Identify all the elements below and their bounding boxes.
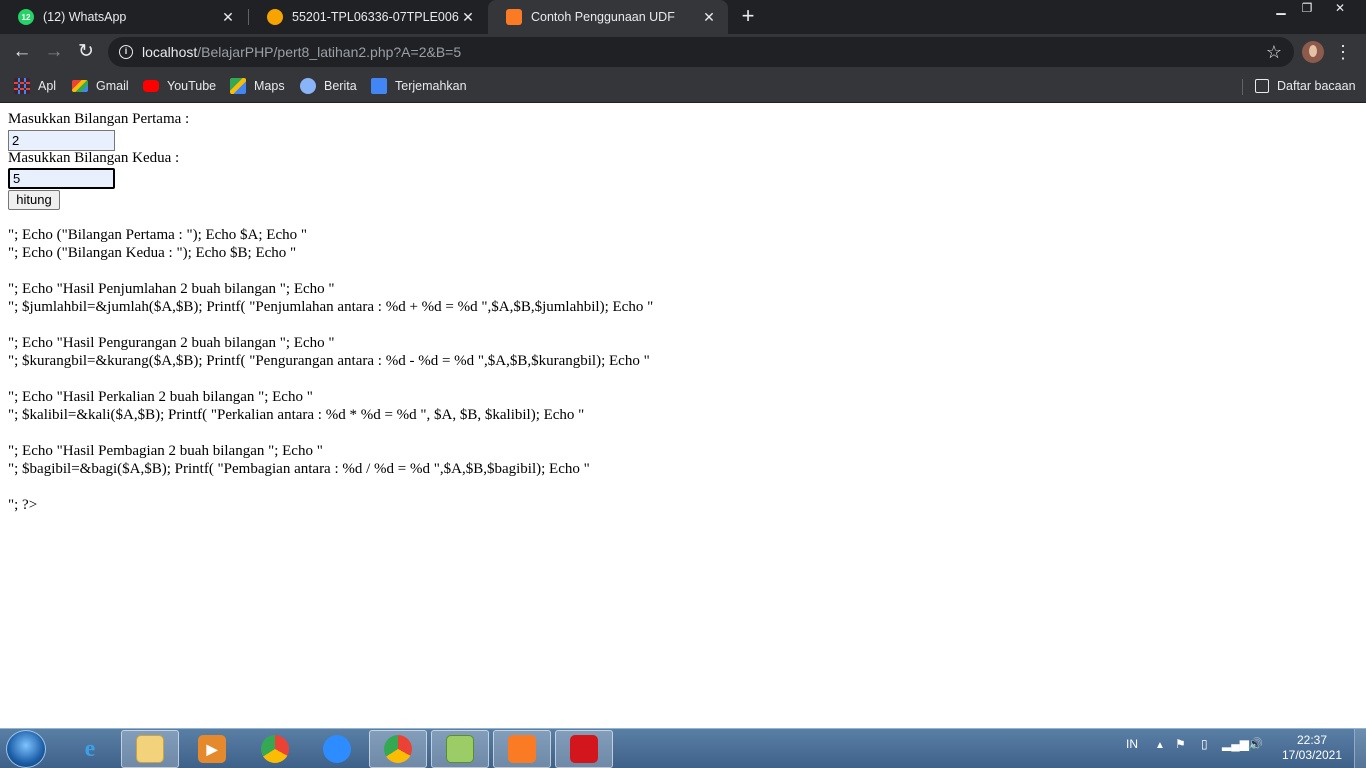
bookmark-terjemahkan[interactable]: Terjemahkan — [371, 76, 467, 96]
clock-time: 22:37 — [1296, 733, 1328, 747]
reading-list-label: Daftar bacaan — [1277, 79, 1356, 93]
second-number-input[interactable] — [8, 168, 115, 189]
bookmark-berita[interactable]: Berita — [300, 76, 357, 96]
label-first-number: Masukkan Bilangan Pertama : — [8, 111, 190, 127]
output-line: "; $kalibil=&kali($A,$B); Printf( "Perka… — [8, 407, 585, 423]
url-path: /BelajarPHP/pert8_latihan2.php?A=2&B=5 — [197, 44, 462, 60]
file-explorer-icon — [136, 735, 164, 763]
taskbar-chrome[interactable] — [246, 730, 304, 768]
bookmark-label: Maps — [254, 79, 285, 93]
reload-button[interactable]: ↻ — [73, 39, 99, 65]
forward-button[interactable]: → — [41, 39, 67, 65]
output-line: "; $kurangbil=&kurang($A,$B); Printf( "P… — [8, 353, 650, 369]
media-player-icon: ▶ — [198, 735, 226, 763]
tab-udf-active[interactable]: Contoh Penggunaan UDF ✕ — [488, 0, 728, 34]
output-line: "; Echo "Hasil Pengurangan 2 buah bilang… — [8, 335, 335, 351]
maps-icon — [230, 78, 246, 94]
bookmark-maps[interactable]: Maps — [230, 76, 285, 96]
show-hidden-icons[interactable]: ▲ — [1155, 740, 1165, 751]
page-content: Masukkan Bilangan Pertama : Masukkan Bil… — [0, 103, 1366, 728]
bookmark-label: YouTube — [167, 79, 217, 93]
taskbar-media-player[interactable]: ▶ — [183, 730, 241, 768]
output-line: "; Echo ("Bilangan Kedua : "); Echo $B; … — [8, 245, 297, 261]
bookmarks-divider — [1242, 79, 1243, 95]
bookmark-label: Berita — [324, 79, 357, 93]
close-tab-icon[interactable]: ✕ — [459, 9, 477, 26]
taskbar-notepad-plus[interactable] — [431, 730, 489, 768]
taskbar-acrobat[interactable] — [555, 730, 613, 768]
taskbar-zoom[interactable] — [308, 730, 366, 768]
bookmarks-bar: Apl Gmail YouTube Maps Berita Terjemahka… — [0, 70, 1366, 103]
close-tab-icon[interactable]: ✕ — [219, 9, 237, 26]
tab-moodle[interactable]: 55201-TPL06336-07TPLE006-2021 ✕ — [249, 0, 487, 34]
clock-date: 17/03/2021 — [1281, 748, 1343, 762]
bookmark-apps[interactable]: Apl — [14, 76, 56, 96]
close-tab-icon[interactable]: ✕ — [700, 9, 718, 26]
output-line: "; Echo "Hasil Penjumlahan 2 buah bilang… — [8, 281, 335, 297]
start-button[interactable] — [6, 730, 46, 768]
gmail-icon — [72, 80, 88, 92]
tab-title: Contoh Penggunaan UDF — [531, 10, 675, 24]
bookmark-label: Terjemahkan — [395, 79, 467, 93]
taskbar-chrome-profile[interactable] — [369, 730, 427, 768]
chrome-profile-icon — [384, 735, 412, 763]
back-button[interactable]: ← — [9, 39, 35, 65]
youtube-icon — [143, 80, 159, 92]
chrome-icon — [261, 735, 289, 763]
info-icon[interactable]: i — [119, 45, 133, 59]
profile-avatar[interactable] — [1302, 41, 1324, 63]
tab-strip: 12 (12) WhatsApp ✕ 55201-TPL06336-07TPLE… — [0, 0, 1366, 34]
windows-taskbar: e ▶ IN ▲ ⚑ ▯ ▂▄▆ 🔊 22:37 17/03/2021 — [0, 728, 1366, 768]
acrobat-icon — [570, 735, 598, 763]
tab-title: (12) WhatsApp — [43, 10, 127, 24]
show-desktop-button[interactable] — [1354, 729, 1366, 768]
new-tab-button[interactable]: + — [737, 5, 759, 27]
chrome-menu-icon[interactable]: ⋮ — [1334, 39, 1352, 65]
bookmark-youtube[interactable]: YouTube — [143, 76, 216, 96]
notepad-plus-icon — [446, 735, 474, 763]
reading-list-button[interactable]: Daftar bacaan — [1255, 76, 1356, 96]
bookmark-label: Apl — [38, 79, 57, 93]
network-flag-icon[interactable]: ⚑ — [1175, 737, 1186, 751]
battery-icon[interactable]: ▯ — [1201, 737, 1208, 751]
tab-whatsapp[interactable]: 12 (12) WhatsApp ✕ — [0, 0, 247, 34]
xampp-icon — [506, 9, 522, 25]
output-line: "; $bagibil=&bagi($A,$B); Printf( "Pemba… — [8, 461, 590, 477]
apps-grid-icon — [14, 78, 30, 94]
xampp-icon — [508, 735, 536, 763]
output-line: "; Echo "Hasil Perkalian 2 buah bilangan… — [8, 389, 313, 405]
signal-icon[interactable]: ▂▄▆ — [1222, 737, 1249, 751]
bookmark-gmail[interactable]: Gmail — [72, 76, 129, 96]
taskbar-explorer[interactable] — [121, 730, 179, 768]
tab-title: 55201-TPL06336-07TPLE006-2021 — [292, 10, 459, 24]
taskbar-xampp[interactable] — [493, 730, 551, 768]
internet-explorer-icon: e — [84, 735, 96, 762]
bookmark-star-icon[interactable]: ☆ — [1266, 42, 1282, 63]
url-text[interactable]: localhost/BelajarPHP/pert8_latihan2.php?… — [142, 44, 461, 60]
output-line: "; $jumlahbil=&jumlah($A,$B); Printf( "P… — [8, 299, 654, 315]
whatsapp-icon: 12 — [18, 9, 34, 25]
label-second-number: Masukkan Bilangan Kedua : — [8, 150, 180, 166]
output-line: "; ?> — [8, 497, 38, 513]
close-window-button[interactable]: ✕ — [1318, 0, 1362, 18]
taskbar-ie[interactable]: e — [61, 730, 119, 768]
output-line: "; Echo ("Bilangan Pertama : "); Echo $A… — [8, 227, 307, 243]
hitung-button[interactable]: hitung — [8, 190, 60, 210]
address-bar[interactable]: i localhost/BelajarPHP/pert8_latihan2.ph… — [108, 37, 1294, 67]
first-number-input[interactable] — [8, 130, 115, 151]
output-line: "; Echo "Hasil Pembagian 2 buah bilangan… — [8, 443, 323, 459]
bookmark-label: Gmail — [96, 79, 129, 93]
news-icon — [300, 78, 316, 94]
volume-icon[interactable]: 🔊 — [1248, 737, 1263, 751]
zoom-icon — [323, 735, 351, 763]
language-indicator[interactable]: IN — [1126, 737, 1138, 751]
moodle-icon — [267, 9, 283, 25]
reading-list-icon — [1255, 79, 1269, 93]
translate-icon — [371, 78, 387, 94]
browser-toolbar: ← → ↻ i localhost/BelajarPHP/pert8_latih… — [0, 34, 1366, 70]
url-host: localhost — [142, 44, 198, 60]
system-clock[interactable]: 22:37 17/03/2021 — [1276, 733, 1348, 763]
